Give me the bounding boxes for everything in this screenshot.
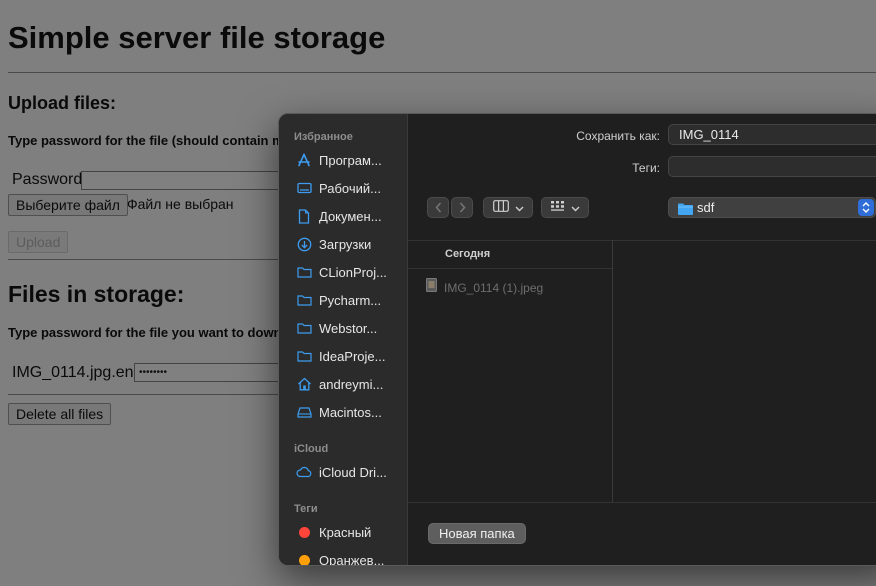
column-divider xyxy=(612,240,613,502)
dialog-main: Сохранить как: IMG_0114 Теги: sdf Сегодн… xyxy=(408,114,876,565)
home-icon xyxy=(296,376,312,392)
sidebar-item-pycharm[interactable]: Pycharm... xyxy=(296,289,404,311)
folder-icon xyxy=(296,292,312,308)
password-input[interactable] xyxy=(81,171,281,190)
forward-button[interactable] xyxy=(451,197,473,218)
tags-heading: Теги xyxy=(294,503,318,515)
password-label: Password xyxy=(12,171,83,188)
file-password-input[interactable]: •••••••• xyxy=(134,363,280,382)
chevron-down-icon xyxy=(515,199,524,217)
save-as-input[interactable]: IMG_0114 xyxy=(668,124,876,145)
divider xyxy=(8,259,278,260)
folder-icon xyxy=(296,348,312,364)
icloud-heading: iCloud xyxy=(294,443,329,455)
divider xyxy=(408,502,876,503)
folder-icon xyxy=(296,264,312,280)
sidebar-item-label: Загрузки xyxy=(319,236,372,252)
upload-button[interactable]: Upload xyxy=(8,231,69,253)
chevron-right-icon xyxy=(459,202,466,213)
file-list-item[interactable]: IMG_0114 (1).jpeg xyxy=(426,278,543,297)
sidebar-tag-orange[interactable]: Оранжев... xyxy=(296,549,404,566)
sidebar-item-label: Докумен... xyxy=(319,208,382,224)
sidebar-item-home[interactable]: andreymi... xyxy=(296,373,404,395)
divider xyxy=(408,240,876,241)
back-button[interactable] xyxy=(427,197,449,218)
sidebar-item-macintosh-hd[interactable]: Macintos... xyxy=(296,401,404,423)
sidebar-item-label: IdeaProje... xyxy=(319,348,386,364)
sidebar-item-label: Macintos... xyxy=(319,404,382,420)
up-down-chevron-icon xyxy=(858,199,874,216)
divider xyxy=(8,72,876,73)
sidebar-item-clionprojects[interactable]: CLionProj... xyxy=(296,261,404,283)
sidebar-item-downloads[interactable]: Загрузки xyxy=(296,233,404,255)
folder-icon xyxy=(296,320,312,336)
file-password-value: •••••••• xyxy=(139,367,168,378)
chevron-left-icon xyxy=(434,202,441,213)
sidebar-item-webstorm[interactable]: Webstor... xyxy=(296,317,404,339)
location-popup[interactable]: sdf xyxy=(668,197,876,218)
storage-heading: Files in storage: xyxy=(8,281,185,307)
save-dialog: Избранное Програм... Рабочий... Докумен.… xyxy=(278,113,876,566)
divider xyxy=(8,394,278,395)
applications-icon xyxy=(296,152,312,168)
sidebar-item-label: Рабочий... xyxy=(319,180,381,196)
desktop-icon xyxy=(296,180,312,196)
delete-all-button[interactable]: Delete all files xyxy=(8,403,112,425)
sidebar-item-label: Красный xyxy=(319,524,372,540)
tags-label: Теги: xyxy=(632,161,660,175)
disk-icon xyxy=(296,404,312,420)
sidebar-item-label: CLionProj... xyxy=(319,264,387,280)
cloud-icon xyxy=(296,464,312,480)
sidebar-item-label: iCloud Dri... xyxy=(319,464,387,480)
nav-buttons xyxy=(426,197,474,218)
sidebar: Избранное Програм... Рабочий... Докумен.… xyxy=(279,114,408,565)
favorites-heading: Избранное xyxy=(294,131,353,143)
sidebar-item-label: andreymi... xyxy=(319,376,384,392)
upload-instruction: Type password for the file (should conta… xyxy=(8,133,296,148)
sidebar-item-label: Оранжев... xyxy=(319,552,385,566)
view-mode-button[interactable] xyxy=(483,197,533,218)
sidebar-item-documents[interactable]: Докумен... xyxy=(296,205,404,227)
folder-icon xyxy=(678,202,693,220)
orange-tag-icon xyxy=(296,552,312,565)
image-file-icon xyxy=(426,278,437,297)
grid-icon xyxy=(550,199,565,217)
downloads-icon xyxy=(296,236,312,252)
save-as-label: Сохранить как: xyxy=(576,129,660,143)
upload-heading: Upload files: xyxy=(8,93,117,113)
no-file-text: Файл не выбран xyxy=(127,196,234,212)
chevron-down-icon xyxy=(571,199,580,217)
column-header: Сегодня xyxy=(445,248,491,260)
sidebar-tag-red[interactable]: Красный xyxy=(296,521,404,543)
sidebar-item-label: Pycharm... xyxy=(319,292,382,308)
choose-file-button[interactable]: Выберите файл xyxy=(8,194,128,216)
red-tag-icon xyxy=(296,524,312,540)
sidebar-item-desktop[interactable]: Рабочий... xyxy=(296,177,404,199)
sidebar-item-label: Webstor... xyxy=(319,320,378,336)
document-icon xyxy=(296,208,312,224)
sidebar-item-ideaprojects[interactable]: IdeaProje... xyxy=(296,345,404,367)
file-name: IMG_0114 (1).jpeg xyxy=(444,280,544,295)
sidebar-item-applications[interactable]: Програм... xyxy=(296,149,404,171)
file-name: IMG_0114.jpg.enc xyxy=(12,364,142,381)
location-name: sdf xyxy=(697,200,715,215)
sidebar-item-label: Програм... xyxy=(319,152,382,168)
new-folder-button[interactable]: Новая папка xyxy=(428,523,526,544)
page-title: Simple server file storage xyxy=(8,20,386,55)
sidebar-item-icloud-drive[interactable]: iCloud Dri... xyxy=(296,461,404,483)
group-button[interactable] xyxy=(541,197,589,218)
storage-instruction: Type password for the file you want to d… xyxy=(8,325,301,340)
columns-view-icon xyxy=(492,199,509,217)
divider xyxy=(408,268,612,269)
tags-input[interactable] xyxy=(668,156,876,177)
